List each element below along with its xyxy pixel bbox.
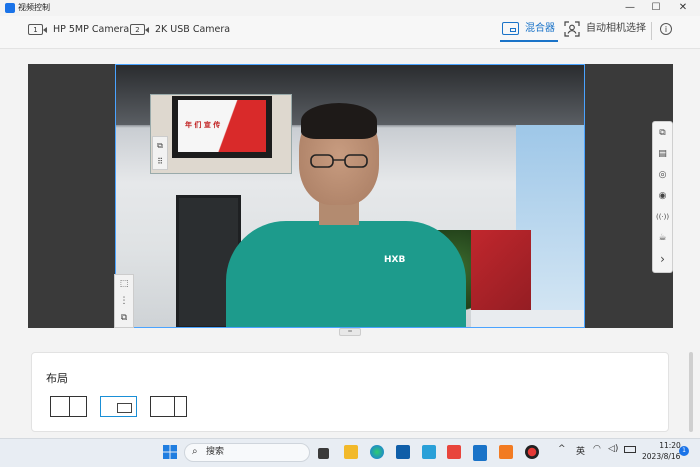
popout-icon[interactable]: ⧉ (656, 127, 669, 140)
taskbar-app-folder-icon[interactable] (344, 445, 358, 459)
shirt-logo: HXB (384, 255, 406, 265)
layout-title: 布局 (46, 372, 68, 385)
connect-icon[interactable]: ⋮ (118, 295, 130, 307)
maximize-button[interactable]: ☐ (643, 0, 669, 16)
close-button[interactable]: ✕ (670, 0, 696, 16)
auto-camera-select-tab[interactable]: 自动相机选择 (586, 21, 646, 37)
person-hair (301, 103, 377, 139)
record-icon[interactable]: ◉ (656, 190, 669, 203)
camera-snapshot-icon[interactable]: ◎ (656, 169, 669, 182)
coffee-icon[interactable]: ☕ (656, 232, 669, 245)
windows-start-icon[interactable] (163, 445, 177, 459)
camera-2-lens-icon (145, 27, 149, 33)
crop-icon[interactable]: ⬚ (118, 278, 130, 290)
taskbar-app-media-icon[interactable] (499, 445, 513, 459)
taskbar-app-ai-tool-icon[interactable] (422, 445, 436, 459)
layout-option-split[interactable] (50, 396, 87, 417)
taskbar-app-edge-icon[interactable] (370, 445, 384, 459)
video-table (471, 310, 584, 327)
taskbar-app-video-control-icon[interactable] (473, 445, 487, 461)
pip-toolbar: ⧉ ⠿ (152, 136, 168, 170)
scrollbar[interactable] (689, 352, 693, 432)
clock-date[interactable]: 2023/8/16 (642, 452, 680, 461)
pip-copy-icon[interactable]: ⧉ (153, 137, 167, 154)
search-icon: ⌕ (192, 446, 198, 457)
taskbar-app-wps-icon[interactable] (447, 445, 461, 459)
layout-panel (31, 352, 669, 432)
chevron-right-icon[interactable]: › (656, 253, 669, 266)
mixer-tab[interactable]: 混合器 (525, 21, 555, 37)
save-icon[interactable]: ▤ (656, 148, 669, 161)
app-icon (5, 3, 15, 13)
layout-option-split-alt[interactable] (150, 396, 187, 417)
wifi-icon[interactable]: ◠ (593, 444, 601, 454)
copy-icon[interactable]: ⧉ (118, 312, 130, 324)
broadcast-icon[interactable]: ((·)) (656, 211, 669, 224)
notification-badge[interactable]: 1 (679, 446, 689, 456)
camera-1-icon: 1 (28, 24, 43, 35)
auto-camera-icon (564, 21, 580, 37)
taskbar-app-record-icon[interactable] (525, 445, 539, 459)
volume-icon[interactable]: ◁) (608, 444, 618, 454)
minimize-button[interactable]: — (617, 0, 643, 16)
mixer-icon (502, 22, 519, 35)
toolbar-divider (651, 22, 652, 40)
camera-tab-2[interactable]: 2K USB Camera (155, 22, 230, 38)
right-toolbar: ⧉ ▤ ◎ ◉ ((·)) ☕ › (652, 121, 673, 273)
tray-chevron-up-icon[interactable]: ^ (558, 444, 566, 454)
camera-tab-1[interactable]: HP 5MP Camera (53, 22, 129, 38)
left-toolbar: ⬚ ⋮ ⧉ (114, 274, 134, 328)
pip-drag-icon[interactable]: ⠿ (153, 154, 167, 169)
info-icon[interactable]: i (660, 23, 672, 35)
camera-1-lens-icon (43, 27, 47, 33)
camera-2-icon: 2 (130, 24, 145, 35)
taskbar-search-box[interactable] (184, 443, 310, 462)
title-bar (0, 0, 700, 16)
battery-icon[interactable] (624, 446, 636, 453)
drag-handle[interactable]: ═ (339, 328, 361, 336)
taskbar-app-file-explorer-icon[interactable] (318, 448, 329, 459)
person-shirt (226, 221, 466, 327)
pip-screen-text: 年 们 宣 传 (185, 121, 221, 129)
input-method-indicator[interactable]: 英 (576, 444, 585, 457)
mixer-tab-indicator (500, 40, 558, 42)
taskbar-app-store-icon[interactable] (396, 445, 410, 459)
window-title: 视频控制 (18, 3, 50, 12)
person-glasses (310, 154, 368, 168)
taskbar-search-label: 搜索 (206, 447, 225, 457)
layout-option-pip[interactable] (100, 396, 137, 417)
